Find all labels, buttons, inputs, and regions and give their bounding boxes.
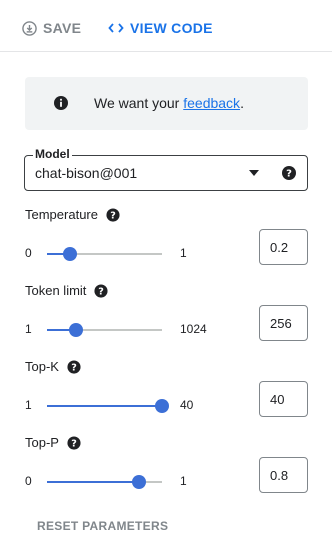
feedback-link[interactable]: feedback [183, 95, 240, 111]
model-select[interactable]: Model chat-bison@001 ? [24, 147, 308, 191]
svg-text:?: ? [99, 286, 105, 297]
param-min-label: 1 [25, 398, 32, 412]
feedback-banner: We want your feedback. [25, 77, 308, 130]
param-title: Temperature ? [25, 207, 120, 222]
svg-text:?: ? [110, 210, 116, 221]
param-min-label: 0 [25, 474, 32, 488]
param-max-label: 1 [180, 246, 187, 260]
save-label: SAVE [43, 20, 82, 36]
svg-text:?: ? [286, 169, 292, 180]
help-icon[interactable]: ? [94, 283, 108, 298]
feedback-period: . [240, 95, 244, 111]
dropdown-caret-icon[interactable] [249, 170, 259, 176]
slider-thumb[interactable] [155, 399, 169, 413]
param-max-label: 1 [180, 474, 187, 488]
param-max-label: 40 [180, 398, 194, 412]
param-slider[interactable] [47, 475, 162, 489]
param-name: Token limit [25, 283, 87, 298]
slider-thumb[interactable] [132, 475, 146, 489]
svg-text:?: ? [71, 438, 77, 449]
code-icon [108, 22, 124, 34]
slider-thumb[interactable] [69, 323, 83, 337]
param-value-input[interactable]: 0.8 [259, 457, 308, 493]
model-label: Model [33, 147, 72, 161]
view-code-button[interactable]: VIEW CODE [108, 18, 213, 38]
feedback-text: We want your [94, 95, 184, 111]
param-value-input[interactable]: 40 [259, 381, 308, 417]
svg-text:?: ? [71, 362, 77, 373]
param-min-label: 1 [25, 322, 32, 336]
info-icon [53, 95, 69, 116]
slider-thumb[interactable] [63, 247, 77, 261]
feedback-message: We want your feedback. [94, 95, 244, 111]
help-icon[interactable]: ? [67, 359, 81, 374]
help-icon[interactable]: ? [281, 165, 297, 186]
param-title: Top-P ? [25, 435, 81, 450]
model-value: chat-bison@001 [35, 165, 138, 181]
param-slider[interactable] [47, 323, 162, 337]
param-name: Temperature [25, 207, 98, 222]
param-min-label: 0 [25, 246, 32, 260]
toolbar: SAVE VIEW CODE [0, 0, 332, 52]
reset-parameters-button[interactable]: RESET PARAMETERS [37, 519, 168, 533]
save-download-icon [22, 20, 37, 36]
param-slider[interactable] [47, 399, 169, 413]
param-name: Top-K [25, 359, 59, 374]
help-icon[interactable]: ? [67, 435, 81, 450]
param-title: Top-K ? [25, 359, 81, 374]
slider-fill [47, 405, 162, 407]
view-code-label: VIEW CODE [130, 20, 213, 36]
param-slider[interactable] [47, 247, 162, 261]
param-value-input[interactable]: 0.2 [259, 229, 308, 265]
help-icon[interactable]: ? [106, 207, 120, 222]
param-title: Token limit ? [25, 283, 108, 298]
param-value-input[interactable]: 256 [259, 305, 308, 341]
param-max-label: 1024 [180, 322, 207, 336]
param-name: Top-P [25, 435, 59, 450]
slider-fill [47, 481, 139, 483]
save-button[interactable]: SAVE [22, 18, 81, 38]
